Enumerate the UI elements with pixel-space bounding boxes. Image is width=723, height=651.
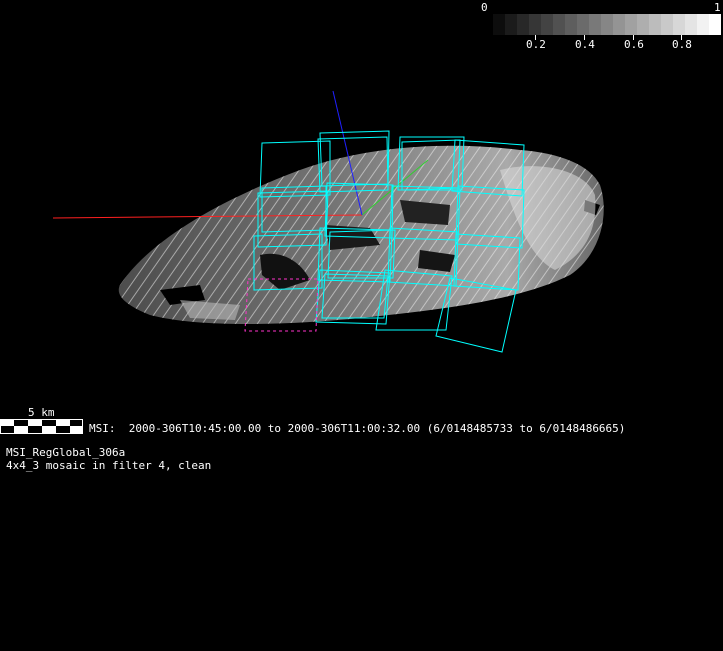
- asteroid-shape-model: [118, 145, 604, 324]
- colorbar-step: [613, 14, 626, 35]
- colorbar-step: [481, 14, 494, 35]
- colorbar-min-label: 0: [481, 1, 488, 14]
- colorbar-step: [577, 14, 590, 35]
- colorbar-step: [709, 14, 721, 35]
- colorbar-step: [601, 14, 614, 35]
- asteroid-scene: [52, 90, 604, 353]
- colorbar-step: [685, 14, 698, 35]
- colorbar-step: [661, 14, 674, 35]
- colorbar-step: [517, 14, 530, 35]
- observation-time-range: MSI: 2000-306T10:45:00.00 to 2000-306T11…: [89, 422, 626, 435]
- colorbar-step: [505, 14, 518, 35]
- colorbar-step: [649, 14, 662, 35]
- colorbar-max-label: 1: [714, 1, 721, 14]
- mosaic-name: MSI_RegGlobal_306a: [6, 446, 126, 459]
- colorbar-step: [529, 14, 542, 35]
- colorbar-tick-label: 0.6: [624, 38, 644, 51]
- colorbar-step: [625, 14, 638, 35]
- colorbar-step: [493, 14, 506, 35]
- colorbar-step: [637, 14, 650, 35]
- mosaic-description: 4x4_3 mosaic in filter 4, clean: [6, 459, 212, 472]
- colorbar-step: [565, 14, 578, 35]
- colorbar-tick-label: 0.4: [575, 38, 595, 51]
- colorbar-tick-label: 0.8: [672, 38, 692, 51]
- colorbar-step: [541, 14, 554, 35]
- scale-bar-graphic: [0, 419, 83, 434]
- colorbar-tick-label: 0.2: [526, 38, 546, 51]
- colorbar-step: [589, 14, 602, 35]
- colorbar-step: [697, 14, 710, 35]
- colorbar-step: [673, 14, 686, 35]
- colorbar-step: [553, 14, 566, 35]
- scale-bar-label: 5 km: [28, 406, 55, 419]
- colorbar-gradient: [481, 14, 721, 35]
